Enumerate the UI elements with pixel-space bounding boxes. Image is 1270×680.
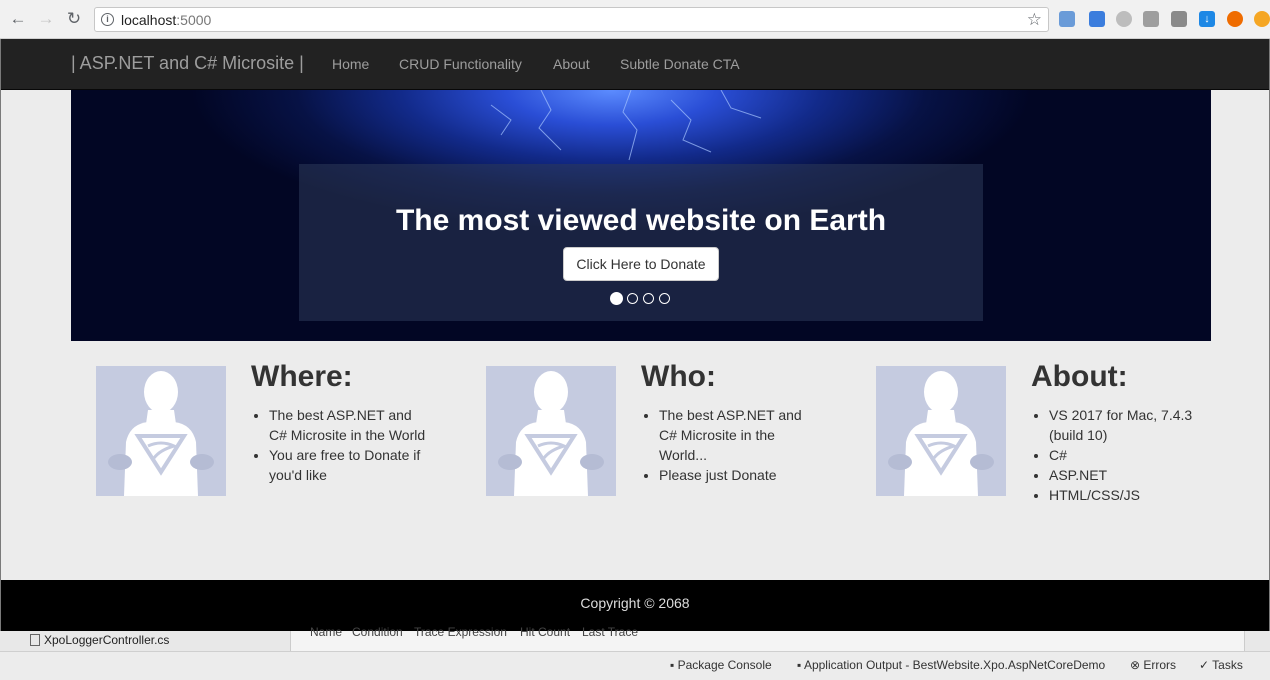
carousel-indicator-2[interactable] xyxy=(627,293,638,304)
forward-icon[interactable]: → xyxy=(36,9,56,29)
superhero-silhouette-icon xyxy=(888,371,994,496)
card-list: The best ASP.NET and C# Microsite in the… xyxy=(251,405,431,485)
status-label: Application Output - BestWebsite.Xpo.Asp… xyxy=(803,658,1106,672)
column-header[interactable]: Last Trace xyxy=(582,625,638,639)
terminal-icon: ▪ xyxy=(670,658,678,672)
card-list: The best ASP.NET and C# Microsite in the… xyxy=(641,405,821,485)
error-icon: ⊗ xyxy=(1130,658,1144,672)
card-title: Where: xyxy=(251,360,353,393)
terminal-icon: ▪ xyxy=(797,658,804,672)
package-console-button[interactable]: ▪ Package Console xyxy=(670,658,772,672)
nav-link-home[interactable]: Home xyxy=(332,56,369,72)
site-brand[interactable]: | ASP.NET and C# Microsite | xyxy=(71,53,304,74)
superhero-avatar xyxy=(486,366,616,496)
checkmark-icon: ✓ xyxy=(1199,658,1213,672)
nav-link-about[interactable]: About xyxy=(553,56,590,72)
carousel-indicator-3[interactable] xyxy=(643,293,654,304)
carousel-indicator-1[interactable] xyxy=(610,292,623,305)
column-header[interactable]: Hit Count xyxy=(520,625,570,639)
status-label: Errors xyxy=(1143,658,1177,672)
list-item: You are free to Donate if you'd like xyxy=(269,445,431,485)
ide-file-tab[interactable]: XpoLoggerController.cs xyxy=(30,633,169,647)
superhero-silhouette-icon xyxy=(108,371,214,496)
card-about: About: VS 2017 for Mac, 7.4.3 (build 10)… xyxy=(876,360,1236,516)
file-icon xyxy=(30,634,40,646)
column-header[interactable]: Condition xyxy=(352,625,403,639)
extension-braces-icon[interactable] xyxy=(1143,11,1159,27)
hero-heading: The most viewed website on Earth xyxy=(395,204,887,237)
list-item: The best ASP.NET and C# Microsite in the… xyxy=(269,405,431,445)
application-output-button[interactable]: ▪ Application Output - BestWebsite.Xpo.A… xyxy=(797,658,1105,672)
nav-link-crud[interactable]: CRUD Functionality xyxy=(399,56,522,72)
card-title: Who: xyxy=(641,360,716,393)
url-text: localhost:5000 xyxy=(121,12,211,28)
extension-skype-icon[interactable] xyxy=(1116,11,1132,27)
extension-pocket-icon[interactable] xyxy=(1171,11,1187,27)
bookmark-star-icon[interactable]: ☆ xyxy=(1027,10,1042,30)
hero-carousel[interactable]: The most viewed website on Earth Click H… xyxy=(71,90,1211,341)
superhero-avatar xyxy=(96,366,226,496)
card-where: Where: The best ASP.NET and C# Microsite… xyxy=(96,360,456,516)
browser-toolbar: ← → ↻ i localhost:5000 ☆ ↓ xyxy=(0,0,1270,39)
list-item: VS 2017 for Mac, 7.4.3 (build 10) xyxy=(1049,405,1211,445)
carousel-caption: The most viewed website on Earth Click H… xyxy=(299,164,983,321)
site-navbar: | ASP.NET and C# Microsite | Home CRUD F… xyxy=(1,39,1269,90)
extension-download-icon[interactable]: ↓ xyxy=(1199,11,1215,27)
superhero-avatar xyxy=(876,366,1006,496)
breakpoints-header: Name Condition Trace Expression Hit Coun… xyxy=(290,625,1245,651)
url-port: :5000 xyxy=(176,12,212,28)
address-bar[interactable]: i localhost:5000 ☆ xyxy=(94,7,1049,32)
card-list: VS 2017 for Mac, 7.4.3 (build 10) C# ASP… xyxy=(1031,405,1211,505)
carousel-indicator-4[interactable] xyxy=(659,293,670,304)
column-header[interactable]: Trace Expression xyxy=(414,625,507,639)
list-item: The best ASP.NET and C# Microsite in the… xyxy=(659,405,821,465)
site-footer: Copyright © 2068 xyxy=(1,580,1269,631)
superhero-silhouette-icon xyxy=(498,371,604,496)
ide-status-bar: ▪ Package Console ▪ Application Output -… xyxy=(0,651,1270,680)
list-item: C# xyxy=(1049,445,1211,465)
list-item: HTML/CSS/JS xyxy=(1049,485,1211,505)
column-header[interactable]: Name xyxy=(310,625,342,639)
errors-button[interactable]: ⊗ Errors xyxy=(1130,658,1176,672)
card-title: About: xyxy=(1031,360,1128,393)
back-icon[interactable]: ← xyxy=(8,9,28,29)
reload-icon[interactable]: ↻ xyxy=(64,9,84,29)
card-who: Who: The best ASP.NET and C# Microsite i… xyxy=(486,360,846,516)
ide-panel: XpoLoggerController.cs Name Condition Tr… xyxy=(0,625,1270,680)
donate-button[interactable]: Click Here to Donate xyxy=(563,247,719,281)
list-item: ASP.NET xyxy=(1049,465,1211,485)
status-label: Package Console xyxy=(677,658,772,672)
extension-arrow-icon[interactable] xyxy=(1254,11,1270,27)
web-page: | ASP.NET and C# Microsite | Home CRUD F… xyxy=(1,39,1269,631)
ide-file-name: XpoLoggerController.cs xyxy=(44,633,170,647)
info-icon[interactable]: i xyxy=(101,13,114,26)
tasks-button[interactable]: ✓ Tasks xyxy=(1199,658,1243,672)
nav-link-donate-cta[interactable]: Subtle Donate CTA xyxy=(620,56,740,72)
copyright-text: Copyright © 2068 xyxy=(580,595,690,611)
extension-flame-icon[interactable] xyxy=(1227,11,1243,27)
list-item: Please just Donate xyxy=(659,465,821,485)
extension-window-icon[interactable] xyxy=(1059,11,1075,27)
extension-eyedropper-icon[interactable] xyxy=(1089,11,1105,27)
status-label: Tasks xyxy=(1212,658,1243,672)
url-host: localhost xyxy=(121,12,177,28)
